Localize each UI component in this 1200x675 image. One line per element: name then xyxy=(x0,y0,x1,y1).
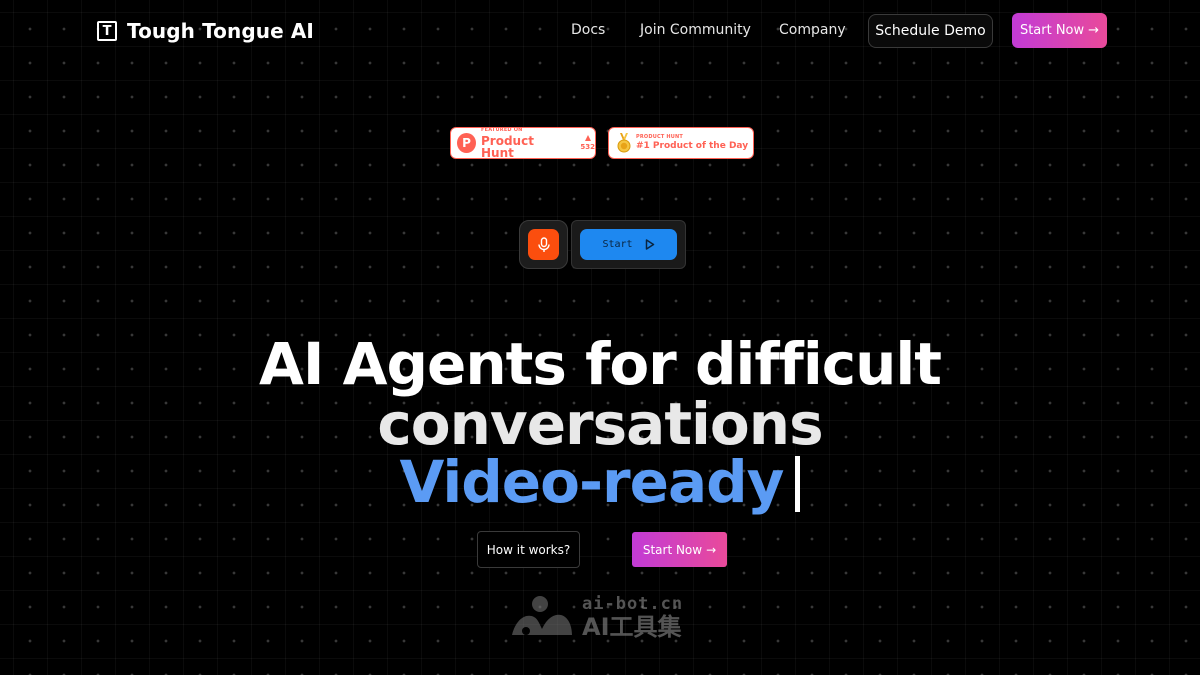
logo[interactable]: T Tough Tongue AI xyxy=(97,19,314,43)
hero-title-line-1: AI Agents for difficult xyxy=(258,330,942,398)
arrow-right-icon: → xyxy=(1088,23,1100,38)
watermark-logo-icon xyxy=(512,596,572,635)
product-of-day-badge[interactable]: PRODUCT HUNT #1 Product of the Day xyxy=(608,127,754,159)
how-it-works-button[interactable]: How it works? xyxy=(477,531,580,568)
nav-join-community[interactable]: Join Community xyxy=(640,22,751,38)
badge-product-hunt-small: PRODUCT HUNT xyxy=(636,134,684,140)
upvote-number: 532 xyxy=(580,143,595,151)
medal-icon xyxy=(617,133,631,153)
schedule-demo-button[interactable]: Schedule Demo xyxy=(868,14,993,48)
watermark-name: AI工具集 xyxy=(582,612,682,641)
mic-button[interactable] xyxy=(528,229,559,260)
badge-featured-on: FEATURED ON xyxy=(480,126,523,133)
start-container: Start xyxy=(571,220,686,269)
product-hunt-logo-icon: P xyxy=(457,133,476,153)
nav-docs[interactable]: Docs xyxy=(571,22,605,38)
play-icon xyxy=(645,239,654,250)
badge-product-of-the-day: #1 Product of the Day xyxy=(636,141,749,151)
product-hunt-featured-badge[interactable]: P FEATURED ON Product Hunt 532 xyxy=(450,127,596,159)
header-start-now-label: Start Now xyxy=(1019,23,1085,38)
microphone-icon xyxy=(537,236,550,252)
mic-container xyxy=(519,220,568,269)
hero-title-line-2: conversations xyxy=(377,390,823,458)
hero-start-now-label: Start Now xyxy=(642,542,703,557)
logo-mark-icon: T xyxy=(97,21,117,41)
typing-cursor xyxy=(795,456,801,512)
upvote-count: 532 xyxy=(580,135,595,151)
hero-typed-text: Video-ready xyxy=(399,448,785,516)
hero-start-now-button[interactable]: Start Now → xyxy=(632,532,727,567)
badge-product-hunt: Product Hunt xyxy=(480,133,534,160)
watermark: ai-bot.cn AI工具集 xyxy=(510,594,683,640)
watermark-domain: ai-bot.cn xyxy=(582,593,684,614)
start-label: Start xyxy=(602,239,633,250)
start-button[interactable]: Start xyxy=(580,229,677,260)
nav-company[interactable]: Company xyxy=(779,22,846,38)
arrow-right-icon: → xyxy=(706,542,717,557)
header-start-now-button[interactable]: Start Now → xyxy=(1012,13,1107,48)
hero-title-line-3: Video-ready xyxy=(0,453,1200,512)
upvote-arrow-icon xyxy=(584,135,591,141)
logo-text: Tough Tongue AI xyxy=(127,19,314,43)
landing-page: T Tough Tongue AI Docs Join Community Co… xyxy=(0,0,1200,675)
